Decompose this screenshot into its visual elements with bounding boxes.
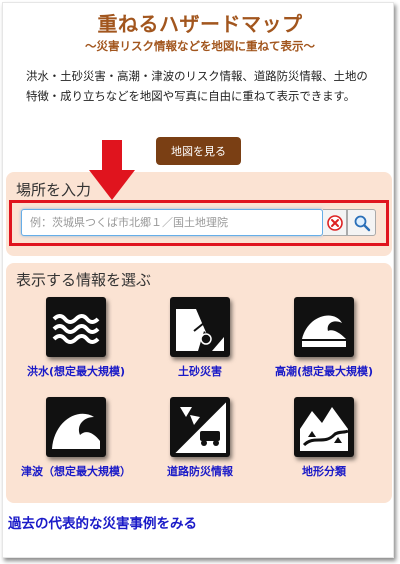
landform-icon bbox=[294, 397, 354, 457]
clear-search-button[interactable] bbox=[323, 209, 347, 236]
page-description: 洪水・土砂災害・高潮・津波のリスク情報、道路防災情報、土地の特徴・成り立ちなどを… bbox=[26, 69, 368, 103]
layer-tile-storm-surge[interactable]: 高潮(想定最大規模) bbox=[268, 297, 380, 380]
layer-tile-landform[interactable]: 地形分類 bbox=[268, 397, 380, 480]
clear-icon bbox=[326, 214, 343, 231]
tsunami-icon bbox=[46, 397, 106, 457]
layer-label-tsunami: 津波（想定最大規模） bbox=[21, 465, 131, 478]
layer-label-storm-surge: 高潮(想定最大規模) bbox=[274, 365, 374, 378]
layer-label-flood: 洪水(想定最大規模) bbox=[26, 365, 126, 378]
layer-tile-road-disaster[interactable]: 道路防災情報 bbox=[144, 397, 256, 480]
flood-icon bbox=[46, 297, 106, 357]
road-disaster-icon bbox=[170, 397, 230, 457]
layer-label-landslide: 土砂災害 bbox=[178, 365, 222, 378]
layer-tile-landslide[interactable]: 土砂災害 bbox=[144, 297, 256, 380]
storm-surge-icon bbox=[294, 297, 354, 357]
view-map-button[interactable]: 地図を見る bbox=[156, 137, 241, 165]
search-button[interactable] bbox=[347, 209, 376, 236]
landslide-icon bbox=[170, 297, 230, 357]
past-disasters-link[interactable]: 過去の代表的な災害事例をみる bbox=[8, 512, 197, 532]
place-search-input[interactable] bbox=[21, 209, 323, 236]
info-select-heading: 表示する情報を選ぶ bbox=[16, 271, 152, 289]
layer-label-road-disaster: 道路防災情報 bbox=[167, 465, 233, 478]
down-arrow-icon bbox=[89, 140, 135, 200]
place-input-heading: 場所を入力 bbox=[16, 181, 92, 199]
layer-label-landform: 地形分類 bbox=[302, 465, 346, 478]
page-subtitle: 〜災害リスク情報などを地図に重ねて表示〜 bbox=[85, 39, 315, 53]
search-icon bbox=[354, 215, 370, 231]
layer-tile-tsunami[interactable]: 津波（想定最大規模） bbox=[20, 397, 132, 480]
layer-tile-flood[interactable]: 洪水(想定最大規模) bbox=[20, 297, 132, 380]
page-title: 重ねるハザードマップ bbox=[97, 12, 303, 36]
